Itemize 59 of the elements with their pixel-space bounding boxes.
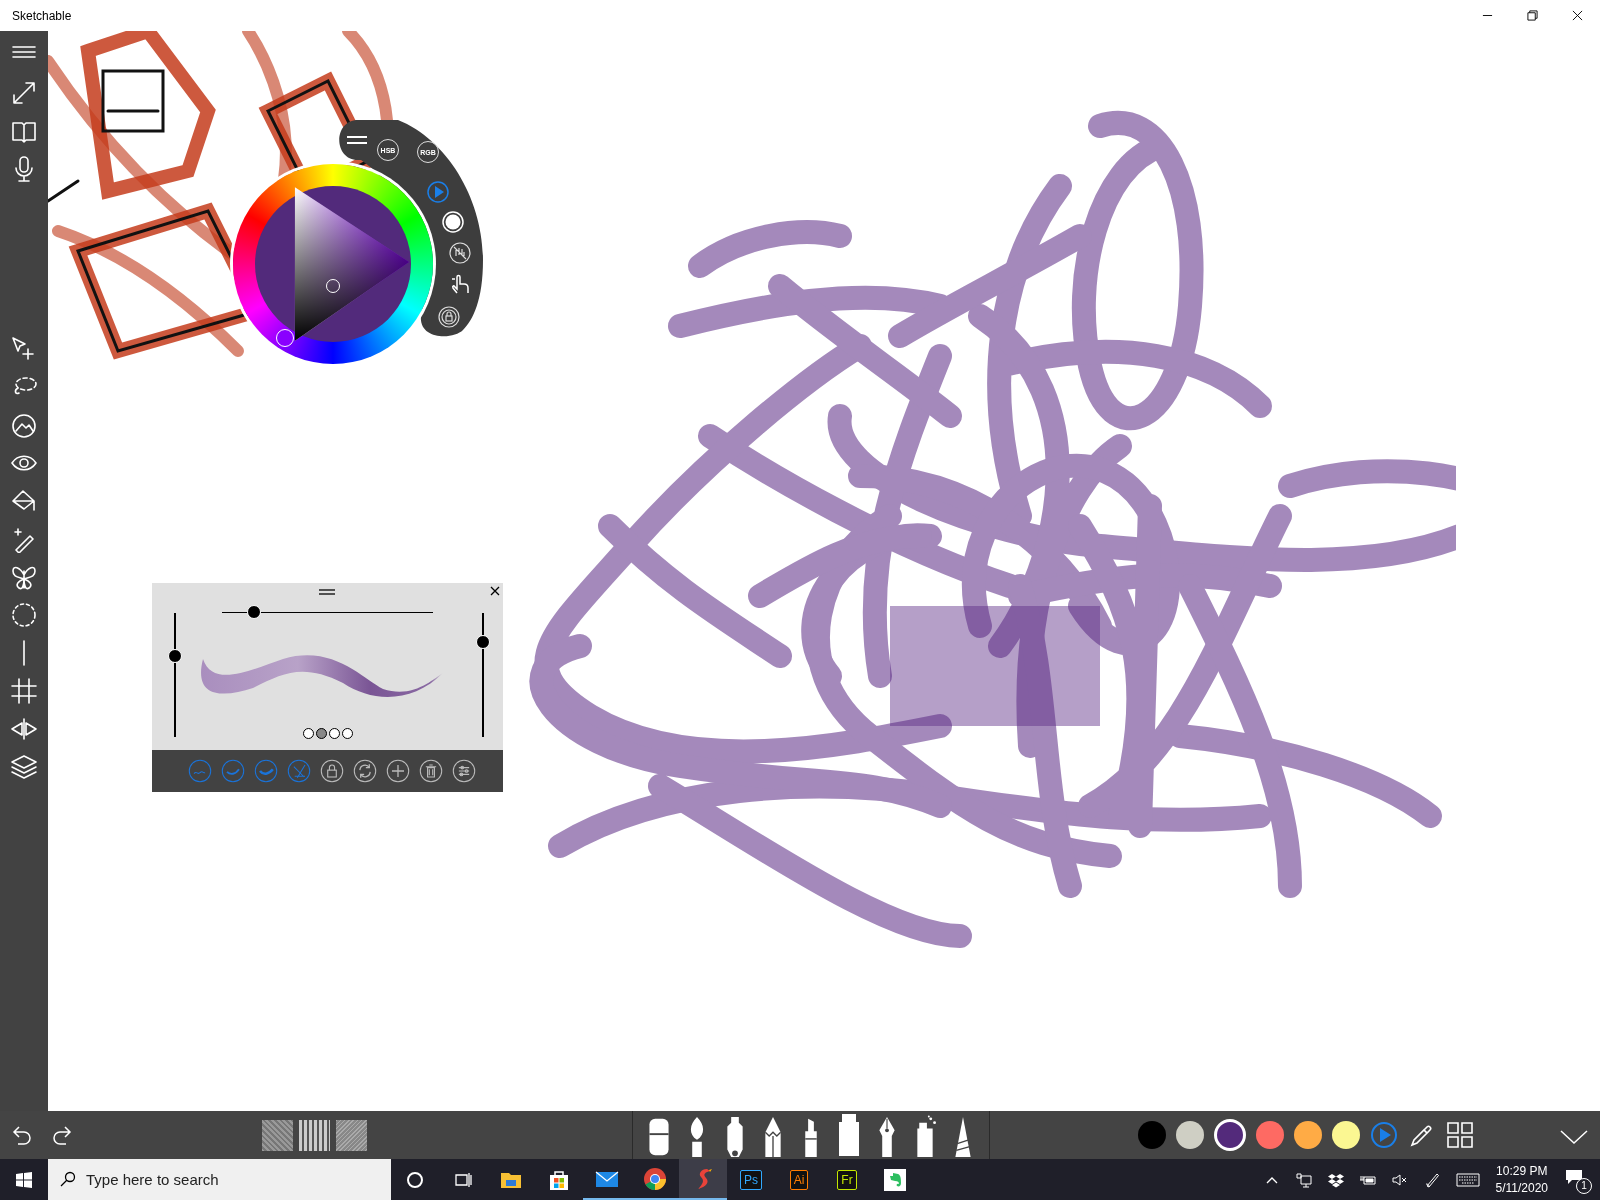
pen-icon[interactable] [1423, 1171, 1440, 1188]
settings-sliders-icon[interactable] [452, 759, 476, 783]
plus-icon[interactable] [386, 759, 410, 783]
lock-icon[interactable] [320, 759, 344, 783]
clock-date[interactable]: 5/11/2020 [1495, 1181, 1548, 1195]
redo-icon[interactable] [50, 1123, 74, 1147]
page-dot[interactable] [316, 728, 327, 739]
search-icon [60, 1171, 76, 1187]
grid-view-icon[interactable] [1446, 1121, 1474, 1149]
slider-thumb[interactable] [476, 634, 490, 649]
elephant-logo-icon [883, 1167, 907, 1192]
app-badge: Fr [837, 1169, 857, 1190]
filled-circle-icon[interactable] [441, 210, 465, 234]
symmetry-icon[interactable] [10, 715, 38, 743]
close-icon[interactable] [490, 586, 500, 596]
undo-icon[interactable] [10, 1123, 34, 1147]
color-swatch[interactable] [1256, 1121, 1284, 1149]
texture-swatch[interactable] [299, 1119, 330, 1151]
color-swatch[interactable] [1214, 1119, 1246, 1151]
texture-swatch[interactable] [262, 1119, 293, 1151]
search-field[interactable]: Type here to search [48, 1159, 391, 1200]
color-swatch[interactable] [1138, 1121, 1166, 1149]
image-rotate-icon[interactable] [10, 411, 38, 439]
taskbar-app[interactable]: Fr [823, 1159, 871, 1200]
lock-icon[interactable] [437, 305, 461, 329]
menu-icon[interactable] [345, 133, 369, 147]
layers-icon[interactable] [10, 753, 38, 781]
grid-icon[interactable] [10, 677, 38, 705]
speaker-muted-icon[interactable] [1391, 1171, 1408, 1188]
expand-arrows-icon[interactable] [10, 79, 38, 107]
color-swatch[interactable] [1176, 1121, 1204, 1149]
trash-icon[interactable] [419, 759, 443, 783]
color-swatch[interactable] [1332, 1121, 1360, 1149]
app-badge: Ps [740, 1169, 762, 1190]
taskbar-app[interactable]: Ps [727, 1159, 775, 1200]
slider-thumb[interactable] [246, 605, 261, 619]
slider-thumb[interactable] [168, 649, 182, 664]
browser-logo-icon [643, 1166, 667, 1191]
window-title: Sketchable [12, 8, 72, 23]
dropbox-icon[interactable] [1327, 1171, 1344, 1188]
network-icon[interactable] [1295, 1171, 1312, 1188]
keyboard-icon[interactable] [1455, 1172, 1480, 1187]
taskbar-app[interactable]: Ai [775, 1159, 823, 1200]
no-touch-icon[interactable] [448, 241, 472, 265]
drag-handle-icon[interactable] [318, 588, 336, 596]
clock-time[interactable]: 10:29 PM [1496, 1164, 1548, 1178]
page-dot[interactable] [329, 728, 340, 739]
app-badge: Ai [789, 1169, 809, 1190]
chevron-down-icon[interactable] [1560, 1129, 1588, 1145]
play-icon[interactable] [426, 180, 450, 204]
hue-marker[interactable] [276, 329, 294, 347]
color-swatch[interactable] [1294, 1121, 1322, 1149]
texture-swatch[interactable] [336, 1119, 367, 1151]
refresh-icon[interactable] [353, 759, 377, 783]
page-dot[interactable] [303, 728, 314, 739]
page-dot[interactable] [342, 728, 353, 739]
notification-count: 1 [1576, 1177, 1592, 1194]
dashed-circle-icon[interactable] [10, 601, 38, 629]
play-icon[interactable] [1370, 1121, 1398, 1149]
